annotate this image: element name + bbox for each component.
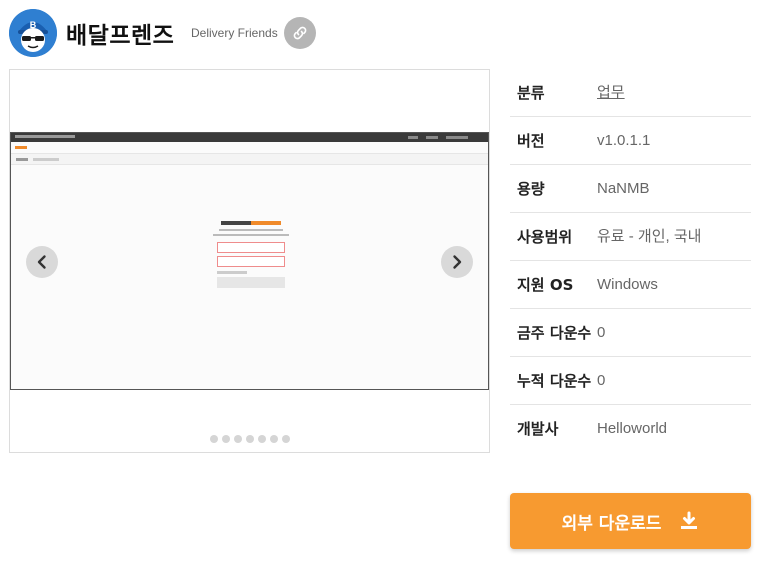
category-link[interactable]: 업무 xyxy=(597,81,751,105)
share-link-button[interactable] xyxy=(284,17,316,49)
info-row-weekly-downloads: 금주 다운수 0 xyxy=(510,309,751,357)
external-download-button[interactable]: 외부 다운로드 xyxy=(510,493,751,549)
info-value: v1.0.1.1 xyxy=(597,132,651,149)
info-row-developer: 개발사 Helloworld xyxy=(510,405,751,452)
info-label: 지원 OS xyxy=(517,276,574,294)
gallery-dot[interactable] xyxy=(222,435,230,443)
gallery-prev-button[interactable] xyxy=(26,246,58,278)
info-value: 0 xyxy=(597,324,606,341)
info-value: 0 xyxy=(597,372,606,389)
link-icon xyxy=(293,26,307,40)
gallery-dot[interactable] xyxy=(246,435,254,443)
delivery-mascot-logo-icon: B xyxy=(9,9,57,57)
info-label: 금주 다운수 xyxy=(517,324,592,342)
info-label: 누적 다운수 xyxy=(517,372,592,390)
info-label: 용량 xyxy=(517,180,545,198)
download-button-label: 외부 다운로드 xyxy=(561,513,662,534)
screenshot-login-form xyxy=(211,221,291,288)
info-row-total-downloads: 누적 다운수 0 xyxy=(510,357,751,405)
gallery-next-button[interactable] xyxy=(441,246,473,278)
gallery-dot[interactable] xyxy=(282,435,290,443)
gallery-dot[interactable] xyxy=(270,435,278,443)
chevron-right-icon xyxy=(453,255,462,269)
app-subtitle: Delivery Friends xyxy=(191,26,278,40)
info-row-version: 버전 v1.0.1.1 xyxy=(510,117,751,165)
info-value: 유료 - 개인, 국내 xyxy=(597,228,702,245)
info-label: 분류 xyxy=(517,84,545,102)
info-label: 버전 xyxy=(517,132,545,150)
info-row-supported-os: 지원 OS Windows xyxy=(510,261,751,309)
gallery-pagination xyxy=(210,435,290,443)
info-row-usage-scope: 사용범위 유료 - 개인, 국내 xyxy=(510,213,751,261)
info-row-size: 용량 NaNMB xyxy=(510,165,751,213)
screenshot-gallery xyxy=(9,69,490,453)
app-title: 배달프렌즈 xyxy=(66,23,175,49)
info-label: 사용범위 xyxy=(517,228,573,246)
chevron-left-icon xyxy=(37,255,46,269)
info-value: Windows xyxy=(597,276,658,293)
gallery-dot[interactable] xyxy=(234,435,242,443)
download-icon xyxy=(681,511,698,529)
info-row-category: 분류 업무 xyxy=(510,69,751,117)
app-screenshot[interactable] xyxy=(10,132,489,390)
info-value: NaNMB xyxy=(597,180,650,197)
gallery-dot[interactable] xyxy=(210,435,218,443)
app-logo: B xyxy=(9,9,57,57)
info-value: Helloworld xyxy=(597,420,668,437)
info-label: 개발사 xyxy=(517,420,559,438)
gallery-dot[interactable] xyxy=(258,435,266,443)
app-info-table: 분류 업무 버전 v1.0.1.1 용량 NaNMB 사용범위 유료 - 개인,… xyxy=(510,69,751,452)
